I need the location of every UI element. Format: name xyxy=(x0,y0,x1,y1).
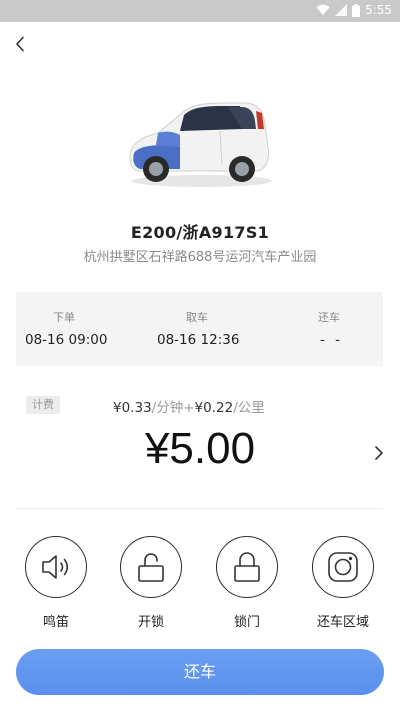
lock-label: 锁门 xyxy=(233,615,260,630)
return-area-icon xyxy=(328,552,358,582)
timeline-pickup: 取车 08-16 12:36 xyxy=(138,292,260,366)
car-image xyxy=(120,95,280,195)
vehicle-address: 杭州拱墅区石祥路688号运河汽车产业园 xyxy=(83,250,317,265)
return-area-circle xyxy=(312,536,374,598)
order-timeline: 下单 08-16 09:00 取车 08-16 12:36 还车 - - xyxy=(16,292,383,366)
vehicle-plate: E200/浙A917S1 xyxy=(130,223,270,242)
timeline-value: 08-16 09:00 xyxy=(25,332,108,348)
chevron-right-icon xyxy=(375,446,383,460)
back-button[interactable] xyxy=(9,31,31,57)
status-icons: 5:55 xyxy=(316,3,392,17)
fee-tag: 计费 xyxy=(26,396,60,414)
lock-button[interactable]: 锁门 xyxy=(207,536,287,632)
action-bar: 鸣笛 开锁 锁门 还车区域 xyxy=(0,536,400,636)
time-rate-unit: /分钟+ xyxy=(151,400,195,416)
battery-icon xyxy=(352,3,361,17)
horn-speaker-icon xyxy=(42,555,69,579)
horn-button[interactable]: 鸣笛 xyxy=(16,536,96,632)
timeline-return: 还车 - - xyxy=(260,292,383,366)
status-bar: 5:55 xyxy=(0,0,400,22)
return-area-button[interactable]: 还车区域 xyxy=(303,536,383,632)
return-car-button[interactable]: 还车 xyxy=(16,649,384,695)
distance-rate-unit: /公里 xyxy=(233,400,265,416)
horn-label: 鸣笛 xyxy=(42,615,69,630)
unlock-icon xyxy=(138,553,164,582)
chevron-left-icon xyxy=(16,36,24,52)
status-time: 5:55 xyxy=(365,3,392,17)
unlock-circle xyxy=(120,536,182,598)
return-area-label: 还车区域 xyxy=(316,615,369,630)
wifi-icon xyxy=(316,4,330,16)
fee-rate: ¥0.33/分钟+¥0.22/公里 xyxy=(113,396,265,416)
timeline-value: 08-16 12:36 xyxy=(157,332,240,348)
total-price[interactable]: ¥5.00 xyxy=(0,424,400,474)
unlock-button[interactable]: 开锁 xyxy=(111,536,191,632)
lock-icon xyxy=(234,552,260,582)
unlock-label: 开锁 xyxy=(137,615,164,630)
timeline-label: 还车 xyxy=(318,311,340,324)
timeline-order: 下单 08-16 09:00 xyxy=(16,292,138,366)
timeline-label: 下单 xyxy=(53,311,75,324)
distance-rate: ¥0.22 xyxy=(194,400,234,416)
horn-circle xyxy=(25,536,87,598)
lock-circle xyxy=(216,536,278,598)
signal-icon xyxy=(335,4,348,16)
fee-detail-button[interactable] xyxy=(370,441,388,465)
time-rate: ¥0.33 xyxy=(113,400,152,416)
divider xyxy=(16,508,383,509)
timeline-label: 取车 xyxy=(186,311,208,324)
timeline-value: - - xyxy=(320,332,344,348)
